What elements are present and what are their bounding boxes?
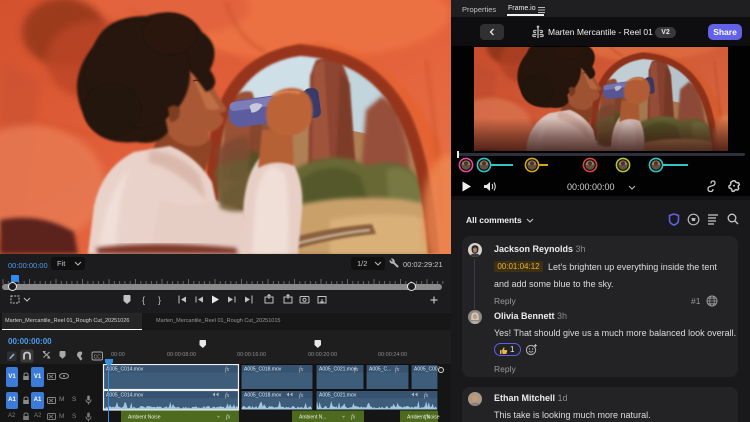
- svg-text:⑂: ⑂: [217, 415, 220, 421]
- svg-text:{: {: [142, 295, 145, 305]
- svg-text:}: }: [158, 295, 161, 305]
- svg-text:A005_C021.mov: A005_C021.mov: [319, 393, 357, 399]
- svg-text:fx: fx: [225, 366, 230, 373]
- svg-text:fx: fx: [299, 366, 304, 373]
- svg-text:⑂: ⑂: [416, 415, 419, 421]
- svg-text:Ambient Noise: Ambient Noise: [407, 415, 440, 421]
- svg-text:fx: fx: [395, 366, 400, 373]
- svg-text:A005_C009: A005_C009: [414, 367, 441, 373]
- svg-text:A005_C014.mov: A005_C014.mov: [106, 393, 144, 399]
- svg-text:Ambient Noise: Ambient Noise: [128, 415, 161, 421]
- svg-text:A005_C021.mov: A005_C021.mov: [319, 367, 357, 373]
- svg-text:fx: fx: [351, 414, 356, 421]
- svg-text:⑂: ⑂: [342, 415, 345, 421]
- svg-text:A005_C014.mov: A005_C014.mov: [106, 367, 144, 373]
- svg-text:A005_C018.mov: A005_C018.mov: [244, 393, 282, 399]
- svg-text:A005_C018.mov: A005_C018.mov: [244, 367, 282, 373]
- svg-text:CC: CC: [94, 354, 102, 360]
- svg-text:fx: fx: [354, 366, 359, 373]
- svg-text:fx: fx: [226, 414, 231, 421]
- svg-text:Ambient N...: Ambient N...: [299, 415, 327, 421]
- svg-text:fx: fx: [425, 414, 430, 421]
- svg-text:A005_C...: A005_C...: [369, 367, 391, 373]
- svg-text:fx: fx: [225, 392, 230, 399]
- svg-text:fx: fx: [424, 392, 429, 399]
- svg-text:fx: fx: [299, 392, 304, 399]
